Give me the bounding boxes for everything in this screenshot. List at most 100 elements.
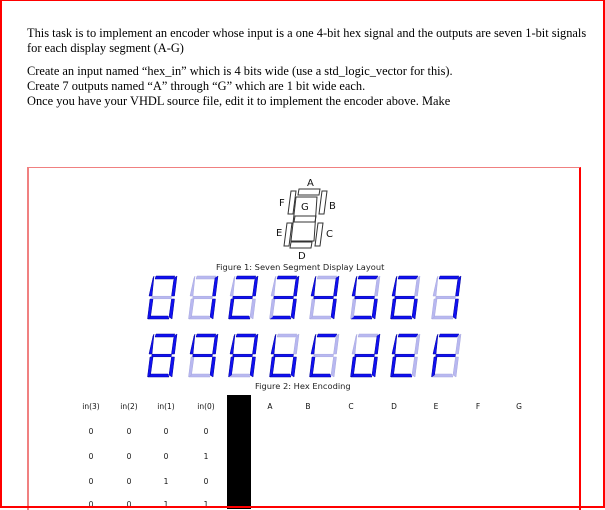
segment-c-on [290,298,297,320]
segment-a-on [397,333,419,338]
seven-segment-digit-0 [147,275,178,320]
segment-g-on [232,353,253,358]
table-cell: 0 [163,452,169,461]
segment-a-on [154,333,176,338]
segment-f-off [432,275,438,297]
segment-c-on [452,298,459,320]
table-header-in0: in(0) [197,402,215,411]
table-cell: 0 [126,427,132,436]
instruction-implement: Once you have your VHDL source file, edi… [27,94,451,108]
table-cell: 0 [163,427,169,436]
segment-c-off [249,298,256,320]
segment-a-on [316,333,338,338]
table-header-f: F [475,402,481,411]
segment-d-outline [289,241,313,249]
segment-f-on [310,275,317,297]
segment-c-off [452,356,459,378]
segment-a-outline [297,188,321,196]
segment-g-on [272,353,294,358]
segment-c-on [168,298,175,320]
segment-f-off [270,275,276,297]
seven-segment-digit-8 [147,333,178,378]
segment-c-on [168,356,175,378]
label-g: G [301,202,309,213]
table-cell: 0 [203,477,209,486]
segment-a-on [195,333,216,338]
segment-d-on [390,315,413,320]
segment-g-on [313,295,334,300]
segment-d-on [350,373,372,378]
segment-d-on [147,373,170,378]
segment-a-on [276,275,297,280]
seven-segment-digit-4 [309,275,340,320]
seven-segment-digit-F [430,333,461,378]
segment-g-on [394,353,415,358]
table-header-c: C [348,402,354,411]
seven-segment-digit-9 [187,333,218,378]
seven-segment-digit-3 [268,275,299,320]
segment-g-on [353,295,375,300]
segment-a-on [235,333,257,338]
segment-d-on [147,315,170,320]
segment-f-on [148,333,155,355]
instructions-text: This task is to implement an encoder who… [27,26,587,109]
table-header-in1: in(1) [157,402,175,411]
table-header-a: A [267,402,273,411]
segment-d-on [269,315,291,320]
seven-segment-digit-1 [187,275,218,320]
segment-c-outline [314,222,324,247]
table-header-in2: in(2) [120,402,138,411]
segment-g-on [232,295,253,300]
segment-c-off [411,356,418,378]
table-cell: 1 [203,452,209,461]
instruction-outputs: Create 7 outputs named “A” through “G” w… [27,79,366,93]
segment-f-on [391,275,398,297]
seven-segment-layout-diagram: A F G B E C D [276,178,336,260]
segment-a-off [276,333,297,338]
table-cell: 0 [126,452,132,461]
label-f: F [279,198,285,209]
segment-a-on [397,275,419,280]
segment-g-off [191,295,213,300]
segment-d-off [431,373,453,378]
segment-a-on [357,275,378,280]
intro-paragraph: This task is to implement an encoder who… [27,26,587,55]
label-e: E [276,228,282,239]
table-cell: 0 [88,452,94,461]
segment-f-on [432,333,438,355]
segment-f-on [229,333,236,355]
segment-c-on [209,298,216,320]
segment-a-off [357,333,378,338]
table-header-d: D [391,402,397,411]
segment-g-on [353,353,375,358]
segment-d-on [269,373,291,378]
segment-g-off [151,295,172,300]
table-cell: 0 [203,427,209,436]
segment-d-on [390,373,413,378]
segment-d-off [431,315,453,320]
table-header-e: E [433,402,439,411]
table-header-b: B [305,402,311,411]
segment-d-off [228,373,251,378]
label-a: A [307,178,314,189]
segment-f-on [310,333,317,355]
segment-a-on [235,275,257,280]
table-cell: 0 [88,427,94,436]
figure2-caption: Figure 2: Hex Encoding [255,381,351,391]
segment-a-off [195,275,216,280]
segment-b-outline [318,190,328,215]
segment-g-on [272,295,294,300]
segment-c-on [371,356,378,378]
label-c: C [326,229,333,240]
figure1-caption: Figure 1: Seven Segment Display Layout [216,262,385,272]
page-bottom-border [0,506,605,508]
segment-a-on [438,275,459,280]
table-cell: 1 [163,477,169,486]
segment-f-off [229,275,236,297]
segment-d-off [309,315,332,320]
segment-g-off [313,353,334,358]
segment-c-on [371,298,378,320]
seven-segment-digit-7 [430,275,461,320]
seven-segment-digit-d [349,333,380,378]
segment-c-off [330,356,337,378]
